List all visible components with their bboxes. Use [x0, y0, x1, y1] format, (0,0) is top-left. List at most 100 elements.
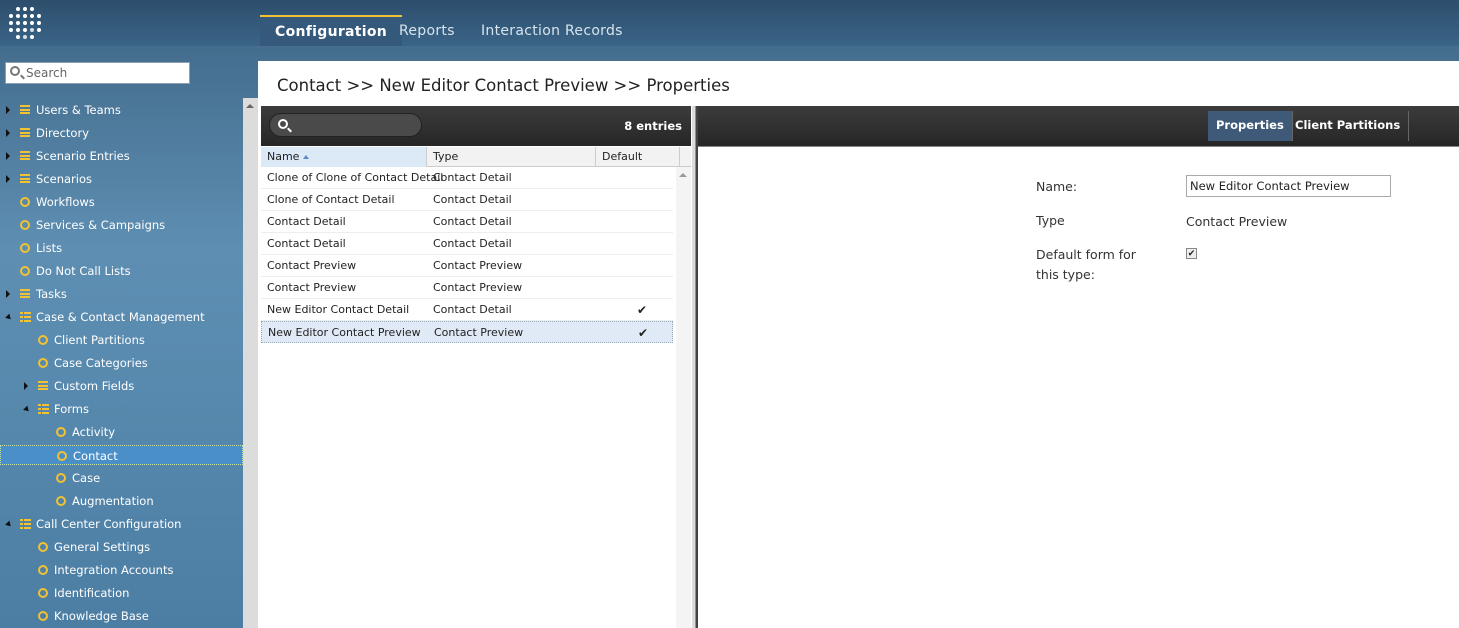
table-row[interactable]: Contact Preview Contact Preview: [261, 277, 673, 299]
cell-type: Contact Detail: [433, 193, 512, 206]
collapse-arrow-icon[interactable]: [5, 313, 13, 322]
expand-arrow-icon[interactable]: [6, 152, 10, 160]
sidebar-item-label: Call Center Configuration: [36, 517, 182, 531]
table-row[interactable]: New Editor Contact Preview Contact Previe…: [261, 321, 673, 343]
sidebar-item-call-center-configuration[interactable]: Call Center Configuration: [0, 514, 243, 534]
grid-header: Name Type Default: [261, 147, 691, 167]
default-form-label: Default form for this type:: [1036, 247, 1136, 282]
sidebar-search[interactable]: [5, 62, 190, 84]
grid-search-field[interactable]: [269, 113, 422, 137]
divider: [698, 146, 1459, 147]
collapse-arrow-icon[interactable]: [23, 405, 31, 414]
cell-type: Contact Preview: [433, 281, 523, 294]
sidebar-item-integration-accounts[interactable]: Integration Accounts: [0, 560, 243, 580]
sidebar-item-do-not-call-lists[interactable]: Do Not Call Lists: [0, 261, 243, 281]
table-row[interactable]: Clone of Clone of Contact Detail Contact …: [261, 167, 673, 189]
top-navigation-bar: Configuration Reports Interaction Record…: [0, 0, 1459, 46]
sidebar-item-activity[interactable]: Activity: [0, 422, 243, 442]
cell-name: Contact Preview: [267, 281, 357, 294]
sidebar-item-label: General Settings: [54, 540, 151, 554]
tab-properties[interactable]: Properties: [1208, 111, 1293, 141]
sidebar-item-services-and-campaigns[interactable]: Services & Campaigns: [0, 215, 243, 235]
sidebar-item-tasks[interactable]: Tasks: [0, 284, 243, 304]
open-list-icon: [20, 519, 31, 529]
column-header-name[interactable]: Name: [261, 147, 427, 167]
sidebar-item-lists[interactable]: Lists: [0, 238, 243, 258]
sidebar-item-label: Services & Campaigns: [36, 218, 166, 232]
sidebar-item-client-partitions[interactable]: Client Partitions: [0, 330, 243, 350]
sidebar-item-contact[interactable]: Contact: [0, 445, 243, 465]
sidebar-item-scenario-entries[interactable]: Scenario Entries: [0, 146, 243, 166]
sort-ascending-icon: [303, 155, 310, 159]
name-label: Name:: [1036, 179, 1078, 194]
open-list-icon: [20, 312, 31, 322]
sidebar-search-input[interactable]: [26, 65, 186, 81]
expand-arrow-icon[interactable]: [6, 106, 10, 114]
sidebar-item-label: Workflows: [36, 195, 95, 209]
cell-type: Contact Detail: [433, 237, 512, 250]
table-row[interactable]: Contact Detail Contact Detail: [261, 233, 673, 255]
expand-arrow-icon[interactable]: [6, 290, 10, 298]
sidebar-item-label: Identification: [54, 586, 130, 600]
table-row[interactable]: Contact Detail Contact Detail: [261, 211, 673, 233]
column-header-name-label: Name: [267, 150, 300, 163]
sidebar-scrollbar[interactable]: [243, 98, 258, 628]
tab-interaction-records[interactable]: Interaction Records: [466, 15, 638, 46]
sidebar-item-users-and-teams[interactable]: Users & Teams: [0, 100, 243, 120]
circle-icon: [20, 266, 30, 276]
sidebar-item-label: Knowledge Base: [54, 609, 149, 623]
sidebar-item-label: Users & Teams: [36, 103, 121, 117]
sidebar-item-identification[interactable]: Identification: [0, 583, 243, 603]
circle-icon: [56, 473, 66, 483]
default-form-checkbox[interactable]: ✔: [1186, 248, 1197, 259]
sidebar-item-directory[interactable]: Directory: [0, 123, 243, 143]
sidebar-item-label: Scenario Entries: [36, 149, 130, 163]
cell-name: New Editor Contact Preview: [268, 326, 421, 339]
sidebar-item-case-categories[interactable]: Case Categories: [0, 353, 243, 373]
sidebar-item-label: Directory: [36, 126, 90, 140]
app-grid-icon[interactable]: [9, 7, 41, 39]
list-icon: [20, 151, 30, 160]
circle-icon: [20, 220, 30, 230]
column-header-default[interactable]: Default: [596, 147, 680, 167]
tab-reports[interactable]: Reports: [384, 15, 470, 46]
circle-icon: [38, 588, 48, 598]
expand-arrow-icon[interactable]: [24, 382, 28, 390]
sidebar-item-label: Case Categories: [54, 356, 148, 370]
sidebar-item-forms[interactable]: Forms: [0, 399, 243, 419]
sidebar-item-scenarios[interactable]: Scenarios: [0, 169, 243, 189]
sidebar-item-general-settings[interactable]: General Settings: [0, 537, 243, 557]
sidebar-item-case-and-contact-management[interactable]: Case & Contact Management: [0, 307, 243, 327]
table-row[interactable]: New Editor Contact Detail Contact Detail ✔: [261, 299, 673, 321]
sidebar-item-knowledge-base[interactable]: Knowledge Base: [0, 606, 243, 626]
panel-divider[interactable]: [692, 106, 698, 628]
column-header-type-label: Type: [433, 150, 459, 163]
sidebar-item-label: Forms: [54, 402, 89, 416]
cell-type: Contact Preview: [434, 326, 524, 339]
tab-configuration[interactable]: Configuration: [260, 15, 403, 46]
column-header-type[interactable]: Type: [427, 147, 596, 167]
default-check-icon: ✔: [637, 303, 648, 317]
sidebar-item-custom-fields[interactable]: Custom Fields: [0, 376, 243, 396]
name-field[interactable]: [1186, 175, 1391, 197]
collapse-arrow-icon[interactable]: [5, 520, 13, 529]
sidebar-item-workflows[interactable]: Workflows: [0, 192, 243, 212]
main-content: Contact >> New Editor Contact Preview >>…: [258, 61, 1459, 628]
expand-arrow-icon[interactable]: [6, 175, 10, 183]
tab-client-partitions[interactable]: Client Partitions: [1287, 111, 1410, 141]
cell-type: Contact Detail: [433, 171, 512, 184]
circle-icon: [20, 243, 30, 253]
sidebar-item-case[interactable]: Case: [0, 468, 243, 488]
list-icon: [20, 174, 30, 183]
circle-icon: [38, 565, 48, 575]
table-row[interactable]: Contact Preview Contact Preview: [261, 255, 673, 277]
grid-scrollbar[interactable]: [676, 167, 691, 628]
cell-name: Contact Detail: [267, 215, 346, 228]
scroll-up-icon[interactable]: [246, 104, 254, 108]
expand-arrow-icon[interactable]: [6, 129, 10, 137]
table-row[interactable]: Clone of Contact Detail Contact Detail: [261, 189, 673, 211]
scroll-up-icon[interactable]: [679, 173, 687, 177]
sidebar-item-label: Case & Contact Management: [36, 310, 205, 324]
sidebar-item-augmentation[interactable]: Augmentation: [0, 491, 243, 511]
list-icon: [20, 105, 30, 114]
